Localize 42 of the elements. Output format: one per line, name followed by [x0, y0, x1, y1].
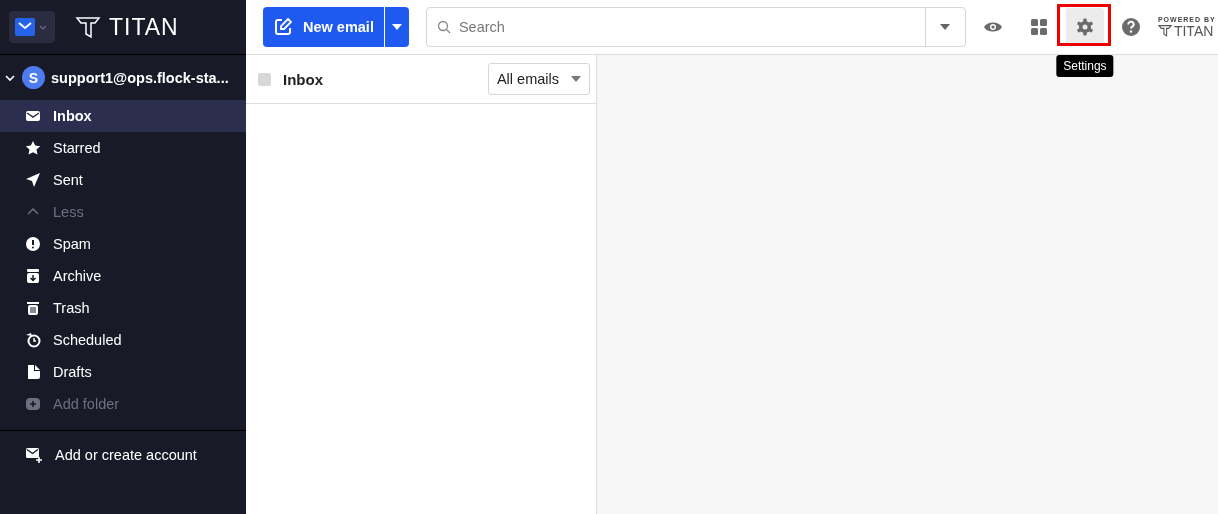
- brand-name: TITAN: [109, 13, 179, 41]
- avatar: S: [22, 66, 45, 89]
- sidebar-item[interactable]: Add folder: [0, 388, 246, 420]
- sidebar-item[interactable]: Scheduled: [0, 324, 246, 356]
- archive-icon: [25, 268, 41, 284]
- clock-icon: [25, 332, 41, 348]
- tooltip: Settings: [1056, 55, 1114, 77]
- search-field[interactable]: Search: [425, 7, 966, 47]
- plus-icon: [25, 396, 41, 412]
- sidebar-item[interactable]: Less: [0, 196, 246, 228]
- sidebar-item[interactable]: Drafts: [0, 356, 246, 388]
- brand-name: TITAN: [1173, 22, 1214, 39]
- mail-icon: [25, 108, 41, 124]
- settings-button[interactable]: [1065, 8, 1104, 46]
- filter-dropdown[interactable]: All emails: [487, 63, 590, 95]
- list-title: Inbox: [283, 70, 324, 88]
- sidebar-item[interactable]: Starred: [0, 132, 246, 164]
- send-icon: [25, 172, 41, 188]
- sidebar-item[interactable]: Archive: [0, 260, 246, 292]
- caret-icon: [940, 24, 951, 30]
- sidebar-item[interactable]: Spam: [0, 228, 246, 260]
- caret-icon: [571, 76, 581, 82]
- mail-plus-icon: [25, 446, 43, 464]
- app-switcher-button[interactable]: [9, 11, 55, 43]
- highlight-frame: [1056, 4, 1111, 46]
- draft-icon: [25, 364, 41, 380]
- logo-icon: [75, 15, 101, 39]
- search-icon: [436, 20, 451, 34]
- alert-icon: [25, 236, 41, 252]
- sidebar-item[interactable]: Sent: [0, 164, 246, 196]
- caret-icon: [391, 24, 402, 30]
- account-email: support1@ops.flock-sta...: [51, 69, 229, 86]
- account-row[interactable]: S support1@ops.flock-sta...: [0, 55, 246, 100]
- add-account-item[interactable]: Add or create account: [0, 439, 246, 471]
- trash-icon: [25, 300, 41, 316]
- sidebar-item[interactable]: Inbox: [0, 100, 246, 132]
- star-icon: [25, 140, 41, 156]
- logo-icon: [1157, 24, 1172, 37]
- gear-icon: [1074, 17, 1095, 37]
- compose-icon: [273, 17, 293, 37]
- sidebar-item[interactable]: Trash: [0, 292, 246, 324]
- select-all-checkbox[interactable]: [258, 72, 271, 86]
